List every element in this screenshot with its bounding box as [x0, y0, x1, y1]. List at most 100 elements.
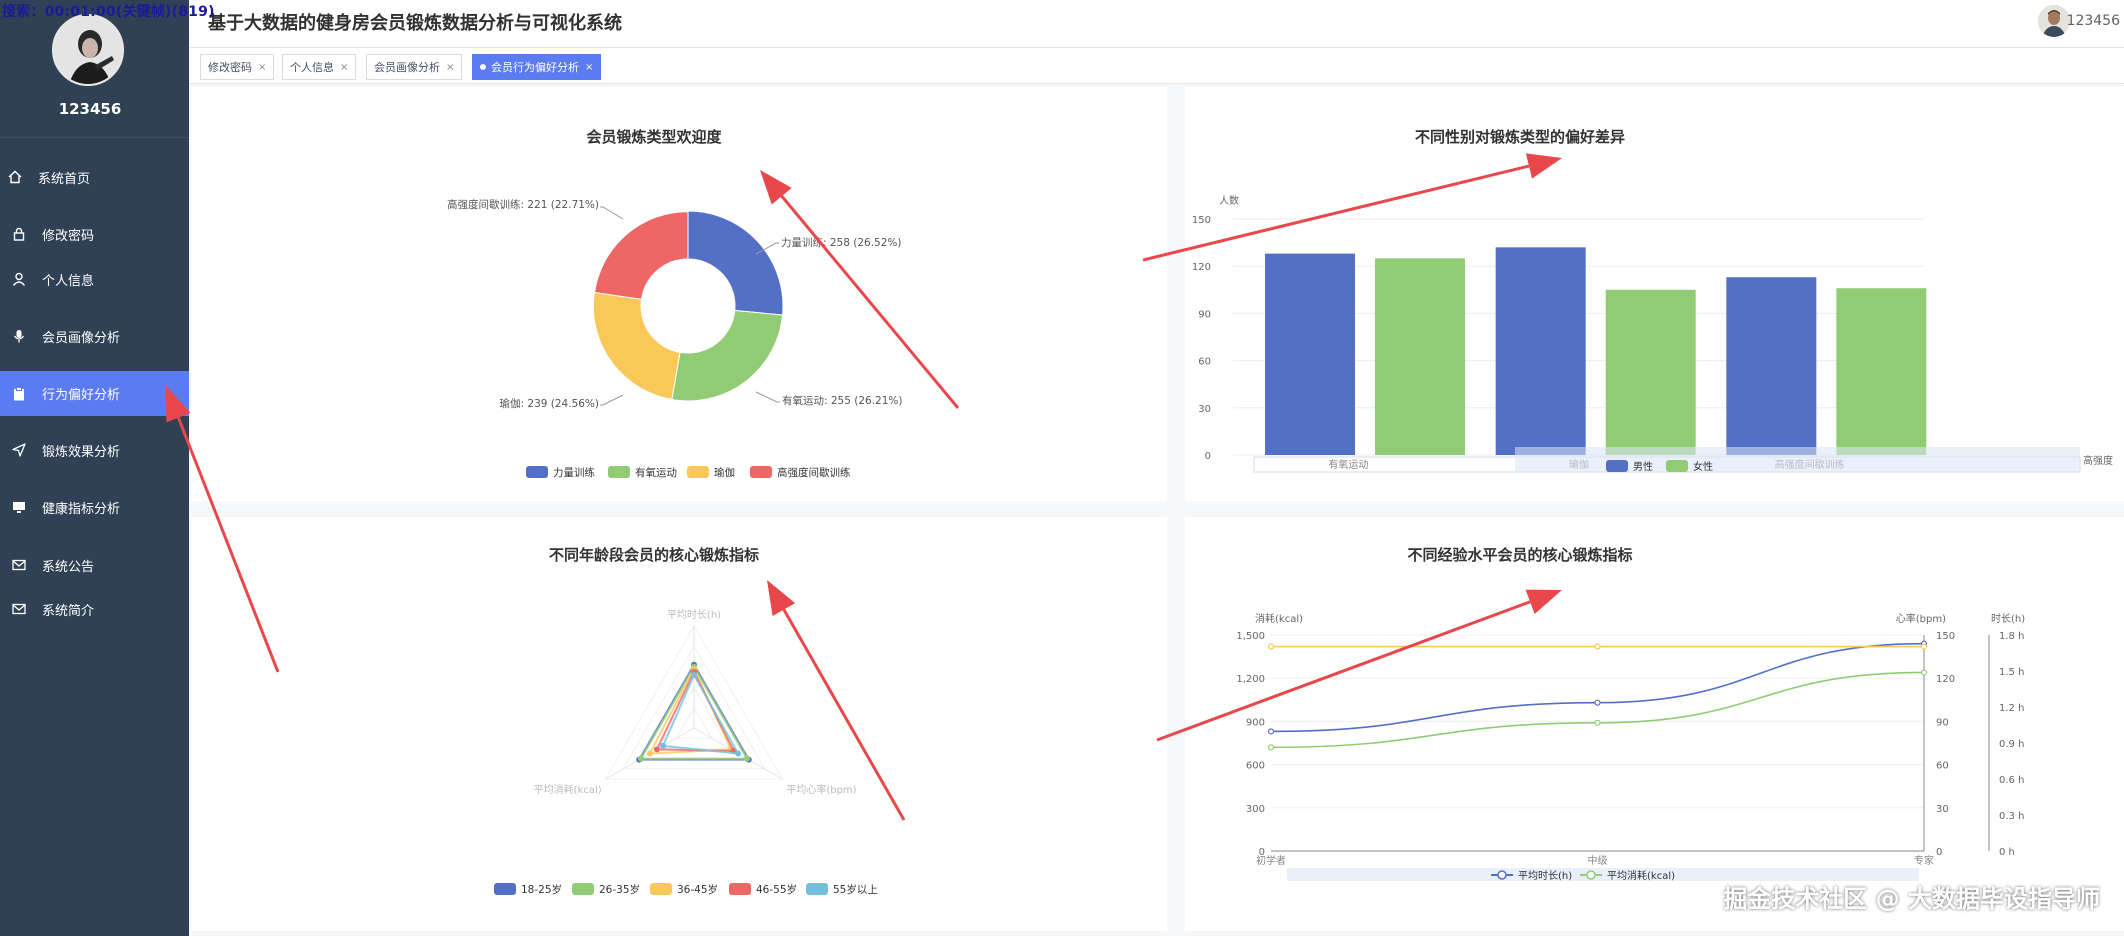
microphone-icon: [12, 329, 26, 343]
sidebar-item-label: 锻炼效果分析: [42, 444, 121, 460]
legend-label: 46-55岁: [756, 883, 797, 896]
y-tick-label: 1,200: [1236, 674, 1265, 685]
radar-chart: 平均时长(h) 平均心率(bpm) 平均消耗(kcal) 18-25岁 26-35岁 36…: [494, 609, 878, 896]
panel-experience-metrics: 不同经验水平会员的核心锻炼指标 消耗(kcal) 心率(bpm) 时长(h) 0 300…: [1185, 517, 2124, 931]
legend-swatch: [750, 466, 772, 478]
sidebar-item-label: 系统简介: [42, 603, 95, 619]
sidebar-item-announcements[interactable]: 系统公告: [0, 543, 189, 587]
radar-point: [660, 742, 667, 749]
sidebar-item-behavior-preference[interactable]: 行为偏好分析: [0, 371, 189, 416]
y-tick-label: 0.6 h: [1999, 775, 2024, 786]
legend-label: 55岁以上: [833, 883, 878, 896]
sidebar-divider: [0, 137, 189, 138]
radar-point: [744, 755, 751, 762]
line-series: [1270, 671, 1925, 749]
close-icon[interactable]: ×: [258, 62, 266, 73]
axis-name: 人数: [1219, 194, 1239, 207]
legend-swatch: [687, 466, 709, 478]
line-point: [1920, 643, 1928, 650]
radar-point: [646, 750, 653, 757]
bar: [1495, 247, 1586, 455]
sidebar-item-home[interactable]: 系统首页: [0, 155, 189, 199]
axis-name: 心率(bpm): [1896, 612, 1946, 625]
legend-swatch: [572, 883, 594, 895]
y-tick-label: 1,500: [1236, 631, 1265, 642]
legend-label: 有氧运动: [635, 466, 677, 479]
sidebar-item-profile[interactable]: 个人信息: [0, 257, 189, 301]
legend-swatch: [806, 883, 828, 895]
line-point: [1594, 699, 1601, 706]
legend-label: 26-35岁: [599, 883, 640, 896]
pie-label-line: [600, 206, 624, 220]
legend-label: 瑜伽: [714, 466, 735, 479]
bar: [1726, 277, 1817, 455]
lock-icon: [12, 227, 26, 241]
header-avatar[interactable]: [2038, 5, 2070, 37]
pie-label-line: [600, 394, 624, 406]
sidebar: 123456 系统首页 修改密码 个人信息 会员画像分析 行为偏好分析 锻炼效果…: [0, 0, 189, 936]
x-tick-label: 中级: [1588, 854, 1608, 867]
panel-exercise-type-popularity: 会员锻炼类型欢迎度 力量训练: 258 (26.52%) 有氧运动: 255 (2…: [191, 87, 1167, 501]
y-tick-label: 1.5 h: [1999, 667, 2024, 678]
panel-age-metrics: 不同年龄段会员的核心锻炼指标 平均时长(h) 平均心率(bpm) 平均消耗(kcal…: [191, 517, 1167, 931]
y-tick-label: 0.3 h: [1999, 811, 2024, 822]
data-zoom-selection: [1515, 447, 2080, 472]
radar-indicator-label: 平均心率(bpm): [786, 783, 856, 796]
close-icon[interactable]: ×: [585, 62, 593, 73]
y-tick-label: 150: [1936, 631, 1955, 642]
y-tick-label: 120: [1936, 674, 1955, 685]
pie-slice: [671, 309, 784, 402]
line-point: [1594, 643, 1601, 650]
radar-indicator-label: 平均时长(h): [667, 609, 721, 621]
legend-swatch: [1606, 460, 1628, 472]
user-icon: [12, 272, 26, 286]
line-point: [1594, 719, 1601, 726]
pie-data-label: 力量训练: 258 (26.52%): [781, 236, 901, 249]
avatar-image: [54, 16, 122, 84]
bar: [1375, 258, 1465, 455]
sidebar-item-label: 个人信息: [42, 273, 95, 289]
sidebar-item-label: 修改密码: [42, 228, 95, 244]
watermark: 掘金技术社区 @ 大数据毕设指导师: [1723, 885, 2100, 913]
radar-point: [735, 750, 742, 757]
legend-label: 女性: [1693, 460, 1713, 473]
legend-swatch: [650, 883, 672, 895]
avatar[interactable]: [52, 14, 124, 86]
bar: [1836, 288, 1927, 455]
sidebar-item-label: 系统公告: [42, 559, 95, 575]
panel-gender-preference: 不同性别对锻炼类型的偏好差异 人数0306090120150有氧运动瑜伽高强度间…: [1185, 87, 2124, 501]
y-tick-label: 90: [1936, 717, 1949, 728]
sidebar-item-health-indicators[interactable]: 健康指标分析: [0, 485, 189, 529]
tag-change-password[interactable]: 修改密码 ×: [200, 54, 275, 80]
tag-label: 修改密码: [208, 61, 252, 74]
legend-label: 36-45岁: [677, 883, 718, 896]
tag-profile[interactable]: 个人信息 ×: [282, 54, 357, 80]
y-tick-label: 60: [1198, 357, 1211, 368]
close-icon[interactable]: ×: [446, 62, 454, 73]
y-tick-label: 30: [1198, 404, 1211, 415]
line-point: [1267, 643, 1275, 650]
header-user-name[interactable]: 123456: [2067, 13, 2120, 29]
bar: [1605, 289, 1696, 455]
tag-member-portrait[interactable]: 会员画像分析 ×: [366, 54, 463, 80]
y-tick-label: 300: [1246, 804, 1265, 815]
send-icon: [12, 443, 26, 457]
y-tick-label: 0: [1205, 451, 1211, 462]
sidebar-item-about[interactable]: 系统简介: [0, 587, 189, 631]
pie-data-label: 瑜伽: 239 (24.56%): [500, 397, 599, 410]
y-tick-label: 1.2 h: [1999, 703, 2024, 714]
y-tick-label: 0 h: [1999, 847, 2015, 858]
sidebar-item-member-portrait[interactable]: 会员画像分析: [0, 314, 189, 358]
tag-behavior-preference[interactable]: 会员行为偏好分析 ×: [472, 54, 602, 80]
line-point: [1267, 744, 1275, 751]
tag-label: 会员行为偏好分析: [491, 61, 579, 74]
sidebar-item-exercise-effect[interactable]: 锻炼效果分析: [0, 428, 189, 472]
y-tick-label: 150: [1192, 215, 1211, 226]
legend-label: 力量训练: [553, 466, 595, 479]
x-tick-label: 有氧运动: [1328, 458, 1368, 471]
close-icon[interactable]: ×: [340, 62, 348, 73]
sidebar-item-change-password[interactable]: 修改密码: [0, 212, 189, 256]
radar-indicator-label: 平均消耗(kcal): [534, 783, 602, 796]
legend-label: 高强度间歇训练: [777, 466, 851, 479]
y-tick-label: 30: [1936, 804, 1949, 815]
